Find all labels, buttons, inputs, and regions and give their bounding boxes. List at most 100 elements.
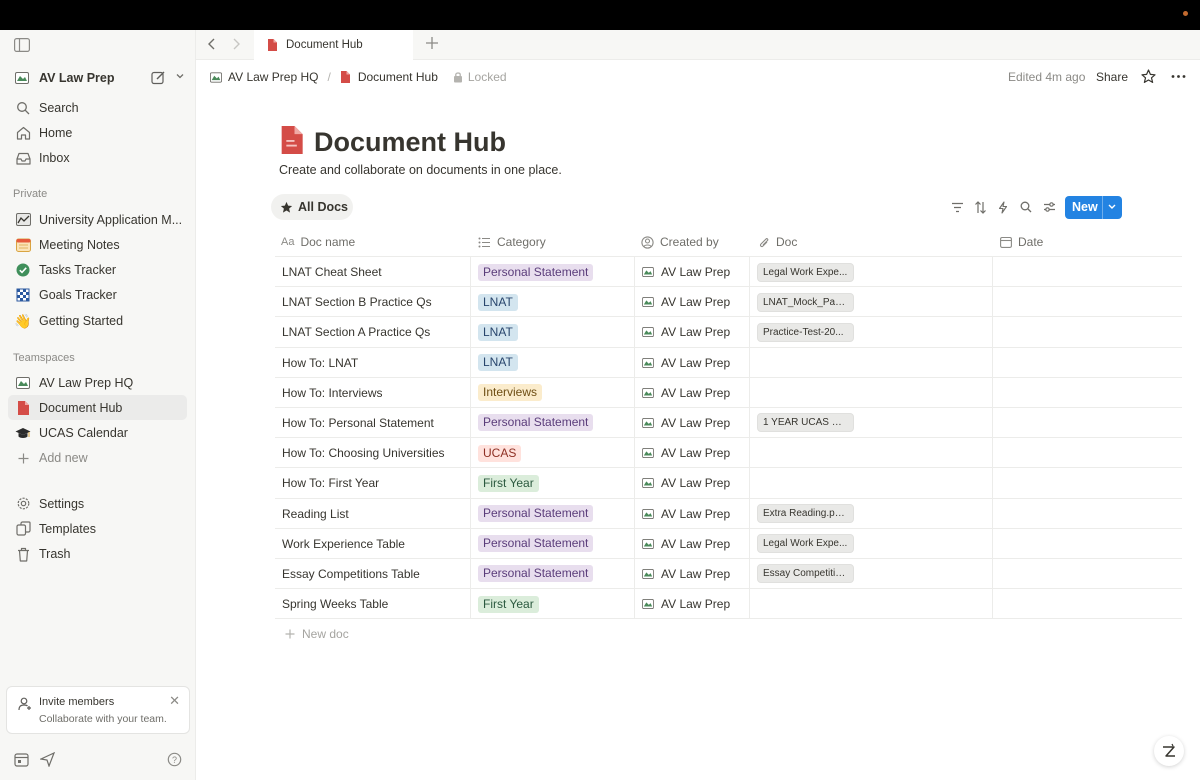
sidebar-item-tasks-tracker[interactable]: Tasks Tracker	[8, 258, 187, 283]
send-icon[interactable]	[38, 750, 56, 768]
search-icon[interactable]	[1019, 200, 1033, 214]
doc-name-cell[interactable]: Essay Competitions Table	[282, 559, 420, 589]
doc-name-cell[interactable]: Work Experience Table	[282, 529, 405, 559]
table-row[interactable]: How To: Personal Statement Personal State…	[275, 407, 1182, 439]
doc-attachment-cell[interactable]: Legal Work Expe...	[757, 257, 854, 287]
table-row[interactable]: LNAT Cheat Sheet Personal Statement AV Law…	[275, 257, 1182, 288]
forward-arrow-icon[interactable]	[231, 37, 241, 54]
table-row[interactable]: LNAT Section A Practice Qs LNAT AV Law Pre…	[275, 317, 1182, 348]
file-chip[interactable]: Practice-Test-20...	[757, 322, 854, 342]
doc-attachment-cell[interactable]: LNAT_Mock_Pap...	[757, 287, 854, 317]
sidebar-item-university-application-m[interactable]: University Application M...	[8, 207, 187, 232]
table-row[interactable]: Reading List Personal Statement AV Law Pre…	[275, 498, 1182, 529]
close-icon[interactable]: ✕	[169, 693, 180, 709]
locked-status[interactable]: Locked	[468, 70, 507, 84]
date-cell[interactable]	[993, 287, 1182, 317]
sidebar-item-search[interactable]: Search	[8, 95, 187, 120]
created-by-cell[interactable]: AV Law Prep	[642, 408, 730, 438]
doc-attachment-cell[interactable]: Legal Work Expe...	[757, 529, 854, 559]
automation-bolt-icon[interactable]	[996, 200, 1010, 214]
breadcrumb-current[interactable]: Document Hub	[358, 70, 438, 84]
category-cell[interactable]: Personal Statement	[478, 559, 594, 589]
file-chip[interactable]: LNAT_Mock_Pap...	[757, 292, 854, 312]
created-by-cell[interactable]: AV Law Prep	[642, 317, 730, 347]
doc-name-cell[interactable]: LNAT Section B Practice Qs	[282, 287, 432, 317]
doc-attachment-cell[interactable]: Extra Reading.pptx	[757, 499, 854, 529]
new-button[interactable]: New	[1065, 196, 1122, 219]
chevron-down-icon[interactable]	[1106, 199, 1118, 216]
category-cell[interactable]: Personal Statement	[478, 499, 594, 529]
table-row[interactable]: Spring Weeks Table First Year AV Law Prep	[275, 589, 1182, 620]
help-icon[interactable]: ?	[165, 750, 183, 768]
breadcrumb-parent[interactable]: AV Law Prep HQ	[228, 70, 318, 84]
sidebar-item-settings[interactable]: Settings	[8, 491, 187, 516]
table-row[interactable]: How To: LNAT LNAT AV Law Prep	[275, 347, 1182, 378]
page-icon[interactable]	[279, 126, 303, 157]
settings-sliders-icon[interactable]	[1042, 200, 1056, 214]
sidebar-item-goals-tracker[interactable]: Goals Tracker	[8, 283, 187, 308]
doc-name-cell[interactable]: How To: Choosing Universities	[282, 438, 445, 468]
category-cell[interactable]: LNAT	[478, 287, 518, 317]
page-title[interactable]: Document Hub	[314, 127, 506, 158]
table-row[interactable]: How To: Interviews Interviews AV Law Prep	[275, 377, 1182, 408]
date-cell[interactable]	[993, 468, 1182, 498]
category-cell[interactable]: First Year	[478, 589, 539, 619]
file-chip[interactable]: 1 YEAR UCAS PL...	[757, 413, 854, 433]
created-by-cell[interactable]: AV Law Prep	[642, 499, 730, 529]
created-by-cell[interactable]: AV Law Prep	[642, 438, 730, 468]
new-doc-button[interactable]: New doc	[285, 627, 349, 641]
category-cell[interactable]: LNAT	[478, 348, 518, 378]
chevron-down-icon[interactable]	[175, 71, 185, 84]
created-by-cell[interactable]: AV Law Prep	[642, 257, 730, 287]
star-icon[interactable]	[1141, 69, 1156, 87]
back-arrow-icon[interactable]	[207, 37, 217, 54]
doc-name-cell[interactable]: Reading List	[282, 499, 349, 529]
category-cell[interactable]: First Year	[478, 468, 539, 498]
date-cell[interactable]	[993, 257, 1182, 287]
created-by-cell[interactable]: AV Law Prep	[642, 287, 730, 317]
file-chip[interactable]: Legal Work Expe...	[757, 534, 854, 554]
file-chip[interactable]: Essay Competitio...	[757, 564, 854, 584]
date-cell[interactable]	[993, 348, 1182, 378]
created-by-cell[interactable]: AV Law Prep	[642, 348, 730, 378]
column-header-doc[interactable]: Doc	[758, 235, 797, 249]
table-row[interactable]: Essay Competitions Table Personal Stateme…	[275, 558, 1182, 590]
toggle-sidebar-icon[interactable]	[14, 38, 31, 55]
sidebar-item-getting-started[interactable]: 👋 Getting Started	[8, 308, 187, 333]
category-cell[interactable]: UCAS	[478, 438, 522, 468]
doc-name-cell[interactable]: LNAT Section A Practice Qs	[282, 317, 430, 347]
sidebar-item-add-new[interactable]: Add new	[8, 446, 187, 471]
doc-name-cell[interactable]: How To: Interviews	[282, 378, 382, 408]
sidebar-item-document-hub[interactable]: Document Hub	[8, 395, 187, 421]
file-chip[interactable]: Extra Reading.pptx	[757, 504, 854, 523]
share-button[interactable]: Share	[1096, 70, 1128, 84]
notion-ai-icon[interactable]	[1154, 736, 1184, 766]
date-cell[interactable]	[993, 378, 1182, 408]
table-row[interactable]: Work Experience Table Personal Statement A…	[275, 528, 1182, 559]
date-cell[interactable]	[993, 529, 1182, 559]
category-cell[interactable]: Interviews	[478, 378, 543, 408]
column-header-doc-name[interactable]: Aa Doc name	[281, 235, 355, 249]
column-header-category[interactable]: Category	[478, 235, 546, 249]
date-cell[interactable]	[993, 438, 1182, 468]
sidebar-item-home[interactable]: Home	[8, 120, 187, 145]
more-options-icon[interactable]	[1171, 69, 1186, 87]
date-cell[interactable]	[993, 559, 1182, 589]
file-chip[interactable]: Legal Work Expe...	[757, 262, 854, 282]
invite-members-card[interactable]: Invite members Collaborate with your tea…	[6, 686, 190, 734]
calendar-app-icon[interactable]	[12, 750, 30, 768]
category-cell[interactable]: Personal Statement	[478, 529, 594, 559]
table-row[interactable]: How To: Choosing Universities UCAS AV Law …	[275, 438, 1182, 469]
doc-name-cell[interactable]: Spring Weeks Table	[282, 589, 388, 619]
table-row[interactable]: How To: First Year First Year AV Law Prep	[275, 468, 1182, 499]
created-by-cell[interactable]: AV Law Prep	[642, 468, 730, 498]
column-header-date[interactable]: Date	[1000, 235, 1043, 249]
category-cell[interactable]: LNAT	[478, 317, 518, 347]
tab-all-docs[interactable]: All Docs	[271, 194, 353, 220]
sort-icon[interactable]	[973, 200, 987, 214]
sidebar-item-templates[interactable]: Templates	[8, 516, 187, 541]
tab-document-hub[interactable]: Document Hub	[254, 30, 413, 60]
new-tab-icon[interactable]	[425, 36, 439, 53]
page-description[interactable]: Create and collaborate on documents in o…	[279, 163, 562, 177]
date-cell[interactable]	[993, 499, 1182, 529]
